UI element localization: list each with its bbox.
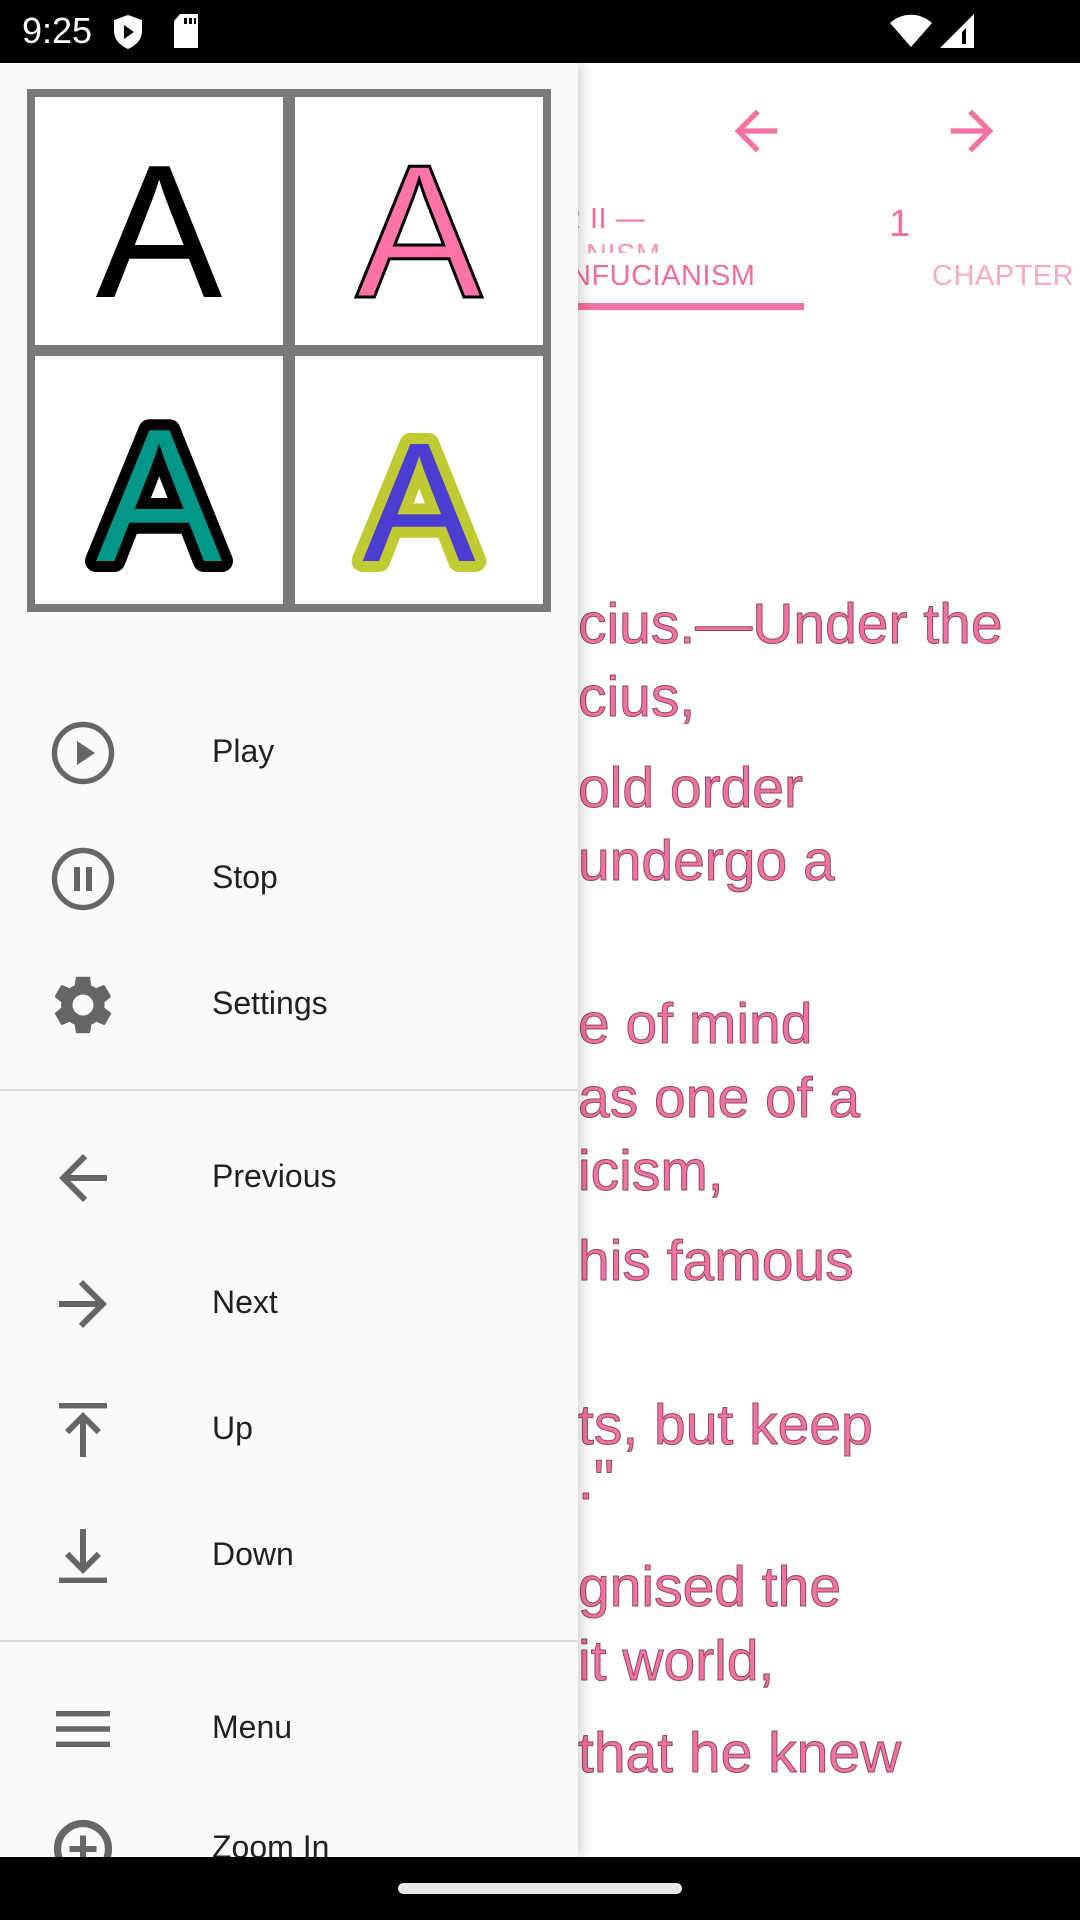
svg-text:A: A bbox=[362, 408, 476, 598]
arrow-left-icon bbox=[59, 1154, 107, 1202]
shield-play-icon bbox=[114, 15, 142, 49]
pause-circle-icon bbox=[51, 847, 115, 911]
text-style-picker: A A A A bbox=[27, 89, 551, 612]
menu-item-settings[interactable]: Settings bbox=[0, 945, 578, 1065]
menu-item-zoom-in[interactable]: Zoom In bbox=[0, 1789, 578, 1857]
zoom-in-icon bbox=[53, 1819, 113, 1857]
status-bar: 9:25 bbox=[0, 0, 1080, 63]
wifi-icon bbox=[890, 14, 932, 47]
gear-icon bbox=[54, 976, 112, 1034]
menu-item-down[interactable]: Down bbox=[0, 1496, 578, 1616]
signal-icon bbox=[940, 14, 974, 48]
navigation-bar bbox=[0, 1857, 1080, 1920]
menu-item-play[interactable]: Play bbox=[0, 693, 578, 813]
svg-text:A: A bbox=[96, 126, 223, 338]
previous-page-icon[interactable] bbox=[724, 99, 788, 163]
navigation-drawer: A A A A Play Stop Settings Previous Next… bbox=[0, 63, 578, 1857]
divider bbox=[0, 1089, 578, 1091]
arrow-up-to-top-icon bbox=[59, 1403, 107, 1457]
style-teal-black-outline[interactable]: A bbox=[35, 356, 283, 604]
play-circle-icon bbox=[51, 721, 115, 785]
menu-item-up[interactable]: Up bbox=[0, 1370, 578, 1490]
divider bbox=[0, 1640, 578, 1642]
svg-text:A: A bbox=[96, 390, 223, 602]
menu-item-next[interactable]: Next bbox=[0, 1244, 578, 1364]
menu-item-menu[interactable]: Menu bbox=[0, 1669, 578, 1789]
svg-text:A: A bbox=[356, 126, 483, 338]
active-tab-indicator bbox=[578, 303, 804, 310]
menu-item-previous[interactable]: Previous bbox=[0, 1118, 578, 1238]
arrow-right-icon bbox=[59, 1280, 107, 1328]
style-plain-black[interactable]: A bbox=[35, 97, 283, 345]
menu-item-stop[interactable]: Stop bbox=[0, 819, 578, 939]
home-gesture-handle[interactable] bbox=[398, 1883, 682, 1894]
arrow-down-to-bottom-icon bbox=[59, 1529, 107, 1583]
next-page-icon[interactable] bbox=[940, 99, 1004, 163]
style-blue-lime-outline[interactable]: A bbox=[295, 356, 543, 604]
clock: 9:25 bbox=[22, 10, 93, 51]
style-pink-outline[interactable]: A bbox=[295, 97, 543, 345]
sd-card-icon bbox=[174, 14, 198, 48]
menu-icon bbox=[56, 1711, 110, 1747]
